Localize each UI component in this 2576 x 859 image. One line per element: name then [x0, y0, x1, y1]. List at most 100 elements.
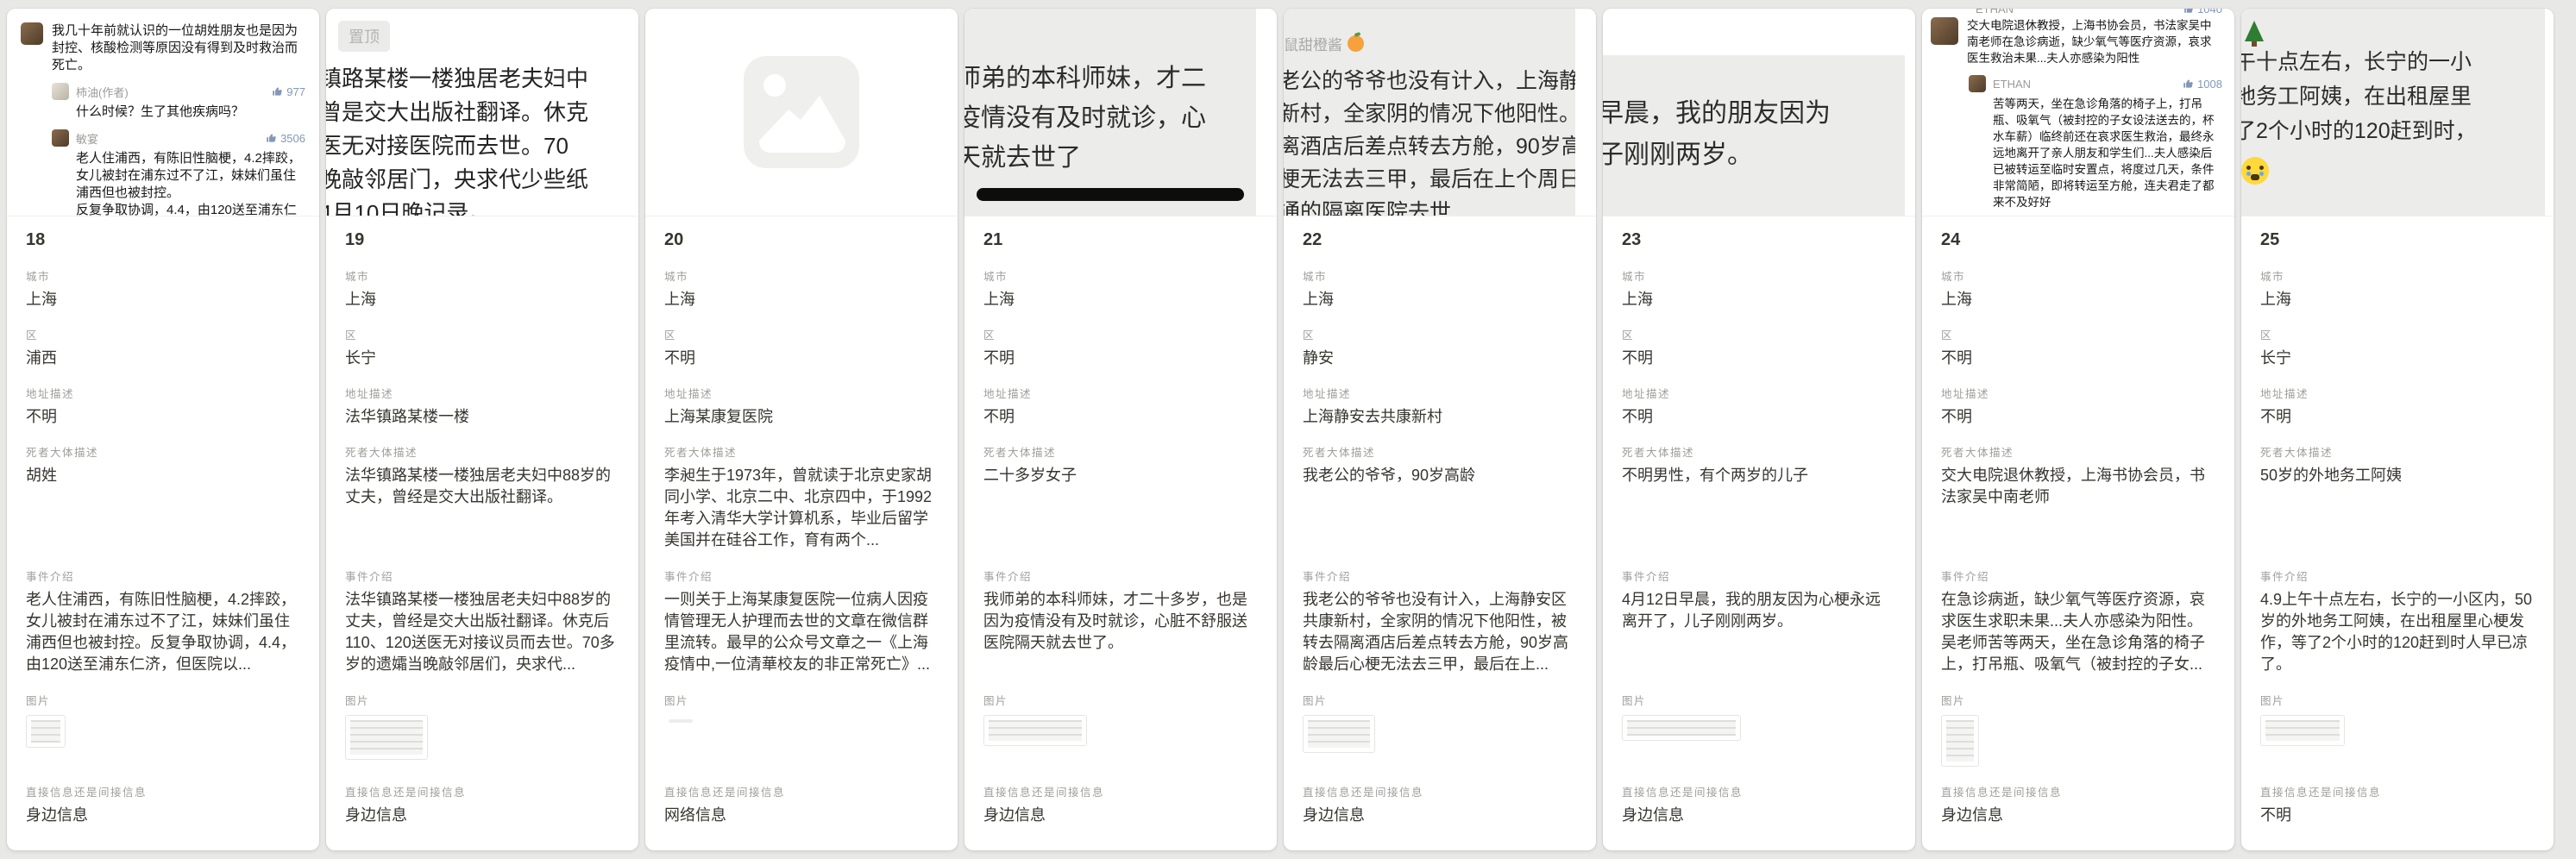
comment-text: 什么时候？生了其他疾病吗？: [76, 103, 305, 121]
field-value-source: 身边信息: [1941, 805, 2215, 825]
field-label-source: 直接信息还是间接信息: [664, 786, 939, 799]
field-value-event: 法华镇路某楼一楼独居老夫妇中88岁的丈夫，曾经是交大出版社翻译。休克后110、1…: [345, 589, 619, 675]
field-label-event: 事件介绍: [1941, 570, 2215, 584]
pinned-badge: 置顶: [338, 21, 390, 52]
field-label-source: 直接信息还是间接信息: [983, 786, 1258, 799]
image-thumbnail[interactable]: [2260, 715, 2345, 746]
image-thumbnail[interactable]: [1303, 715, 1375, 753]
post-screenshot: 师弟的本科师妹，才二 疫情没有及时就诊，心 天就去世了: [964, 9, 1277, 216]
field-label-image: 图片: [1303, 694, 1577, 708]
avatar: [1969, 75, 1986, 92]
field-value-source: 不明: [2260, 805, 2535, 825]
gallery-card-22[interactable]: 鼠甜橙酱 老公的爷爷也没有计入，上海静 新村，全家阴的情况下他阳性。 离酒店后差…: [1284, 9, 1596, 850]
image-thumbnail[interactable]: [345, 715, 428, 760]
gallery-card-20[interactable]: 20 城市上海 区不明 地址描述上海某康复医院 死者大体描述李昶生于1973年，…: [645, 9, 958, 850]
image-thumbnail[interactable]: [1941, 715, 1979, 767]
like-count: 1008: [2183, 78, 2222, 91]
comment-text: 老人住浦西，有陈旧性脑梗，4.2摔跤，女儿被封在浦东过不了江，妹妹们虽住浦西但也…: [76, 150, 305, 216]
field-label-city: 城市: [345, 270, 619, 284]
orange-emoji: [1348, 35, 1364, 52]
field-label-district: 区: [983, 329, 1258, 342]
field-label-city: 城市: [26, 270, 300, 284]
post-screenshot: [645, 9, 958, 216]
field-value-source: 身边信息: [26, 805, 300, 825]
field-label-address: 地址描述: [664, 387, 939, 401]
field-label-deceased: 死者大体描述: [1622, 446, 1896, 460]
field-label-district: 区: [1941, 329, 2215, 342]
field-value-source: 网络信息: [664, 805, 939, 825]
field-label-city: 城市: [1941, 270, 2215, 284]
field-label-city: 城市: [983, 270, 1258, 284]
field-label-deceased: 死者大体描述: [26, 446, 300, 460]
field-value-district: 浦西: [26, 348, 300, 368]
field-value-city: 上海: [2260, 289, 2535, 310]
field-label-event: 事件介绍: [345, 570, 619, 584]
like-count: 3506: [266, 132, 305, 145]
field-label-event: 事件介绍: [2260, 570, 2535, 584]
field-value-district: 不明: [664, 348, 939, 368]
field-value-event: 我老公的爷爷也没有计入，上海静安区共康新村，全家阴的情况下他阳性，被转去隔离酒店…: [1303, 589, 1577, 675]
field-value-event: 老人住浦西，有陈旧性脑梗，4.2摔跤，女儿被封在浦东过不了江，妹妹们虽住浦西但也…: [26, 589, 300, 675]
image-thumbnail[interactable]: [983, 715, 1087, 746]
field-value-city: 上海: [345, 289, 619, 310]
field-value-city: 上海: [1303, 289, 1577, 310]
avatar: [21, 22, 43, 45]
post-text: 镇路某楼一楼独居老夫妇中 曾是交大出版社翻译。休克 医无对接医院而去世。70 晚…: [326, 62, 638, 216]
chat-bubble: 鼠甜橙酱 老公的爷爷也没有计入，上海静 新村，全家阴的情况下他阳性。 离酒店后差…: [1284, 9, 1575, 216]
field-value-source: 身边信息: [345, 805, 619, 825]
comment-text: 我几十年前就认识的一位胡姓朋友也是因为封控、核酸检测等原因没有得到及时救治而死亡…: [52, 22, 305, 74]
gallery-card-23[interactable]: 早晨，我的朋友因为 子刚刚两岁。 23 城市上海 区不明 地址描述不明 死者大体…: [1603, 9, 1915, 850]
field-label-address: 地址描述: [1303, 387, 1577, 401]
field-value-city: 上海: [983, 289, 1258, 310]
image-thumbnail[interactable]: [664, 715, 697, 727]
thumb-up-icon: [266, 133, 277, 144]
field-label-district: 区: [345, 329, 619, 342]
field-label-image: 图片: [664, 694, 939, 708]
field-value-event: 4.9上午十点左右，长宁的一小区内，50岁的外地务工阿姨，在出租屋里心梗发作，等…: [2260, 589, 2535, 675]
field-value-deceased: 李昶生于1973年，曾就读于北京史家胡同小学、北京二中、北京四中，于1992年考…: [664, 465, 939, 551]
field-value-deceased: 50岁的外地务工阿姨: [2260, 465, 2535, 551]
post-text: 老公的爷爷也没有计入，上海静 新村，全家阴的情况下他阳性。 离酒店后差点转去方舱…: [1284, 65, 1575, 216]
field-label-image: 图片: [983, 694, 1258, 708]
gallery-card-21[interactable]: 师弟的本科师妹，才二 疫情没有及时就诊，心 天就去世了 21 城市上海 区不明 …: [964, 9, 1277, 850]
tree-emoji: [2245, 21, 2264, 41]
field-label-city: 城市: [1622, 270, 1896, 284]
field-label-source: 直接信息还是间接信息: [345, 786, 619, 799]
field-value-district: 静安: [1303, 348, 1577, 368]
image-thumbnail[interactable]: [1622, 715, 1741, 741]
field-value-address: 不明: [983, 406, 1258, 427]
field-value-source: 身边信息: [1303, 805, 1577, 825]
gallery-card-18[interactable]: 我几十年前就认识的一位胡姓朋友也是因为封控、核酸检测等原因没有得到及时救治而死亡…: [7, 9, 319, 850]
post-screenshot: 午十点左右，长宁的一小 地务工阿姨，在出租屋里 了2个小时的120赶到时，: [2241, 9, 2554, 216]
field-value-district: 不明: [983, 348, 1258, 368]
crying-emoji: [2241, 157, 2269, 185]
field-label-city: 城市: [1303, 270, 1577, 284]
thumb-up-icon: [2183, 9, 2194, 15]
gallery-card-24[interactable]: ETHAN 1040 交大电院退休教授，上海书协会员，书法家吴中南老师在急诊病逝…: [1922, 9, 2234, 850]
image-placeholder-icon: [744, 56, 859, 168]
field-value-district: 长宁: [345, 348, 619, 368]
post-screenshot: 我几十年前就认识的一位胡姓朋友也是因为封控、核酸检测等原因没有得到及时救治而死亡…: [7, 9, 319, 216]
field-label-image: 图片: [1622, 694, 1896, 708]
field-label-address: 地址描述: [345, 387, 619, 401]
field-label-address: 地址描述: [1941, 387, 2215, 401]
field-value-deceased: 我老公的爷爷，90岁高龄: [1303, 465, 1577, 551]
field-value-event: 我师弟的本科师妹，才二十多岁，也是因为疫情没有及时就诊，心脏不舒服送医院隔天就去…: [983, 589, 1258, 675]
field-value-city: 上海: [664, 289, 939, 310]
gallery-board: 我几十年前就认识的一位胡姓朋友也是因为封控、核酸检测等原因没有得到及时救治而死亡…: [0, 0, 2576, 859]
field-value-source: 身边信息: [1622, 805, 1896, 825]
field-label-deceased: 死者大体描述: [345, 446, 619, 460]
field-value-district: 不明: [1941, 348, 2215, 368]
gallery-card-19[interactable]: 置顶 镇路某楼一楼独居老夫妇中 曾是交大出版社翻译。休克 医无对接医院而去世。7…: [326, 9, 638, 850]
field-value-deceased: 不明男性，有个两岁的儿子: [1622, 465, 1896, 551]
field-label-event: 事件介绍: [664, 570, 939, 584]
commenter-name: 敏宴: [76, 130, 98, 147]
field-value-district: 长宁: [2260, 348, 2535, 368]
gallery-card-25[interactable]: 午十点左右，长宁的一小 地务工阿姨，在出租屋里 了2个小时的120赶到时， 25…: [2241, 9, 2554, 850]
field-value-event: 在急诊病逝，缺少氧气等医疗资源，哀求医生求职未果...夫人亦感染为阳性。吴老师苦…: [1941, 589, 2215, 675]
thumb-up-icon: [2183, 78, 2194, 90]
field-value-deceased: 二十多岁女子: [983, 465, 1258, 551]
field-label-district: 区: [1303, 329, 1577, 342]
image-thumbnail[interactable]: [26, 715, 66, 748]
comment-text: 苦等两天，坐在急诊角落的椅子上，打吊瓶、吸氧气（被封控的子女设法送去的，杯水车薪…: [1993, 96, 2222, 210]
